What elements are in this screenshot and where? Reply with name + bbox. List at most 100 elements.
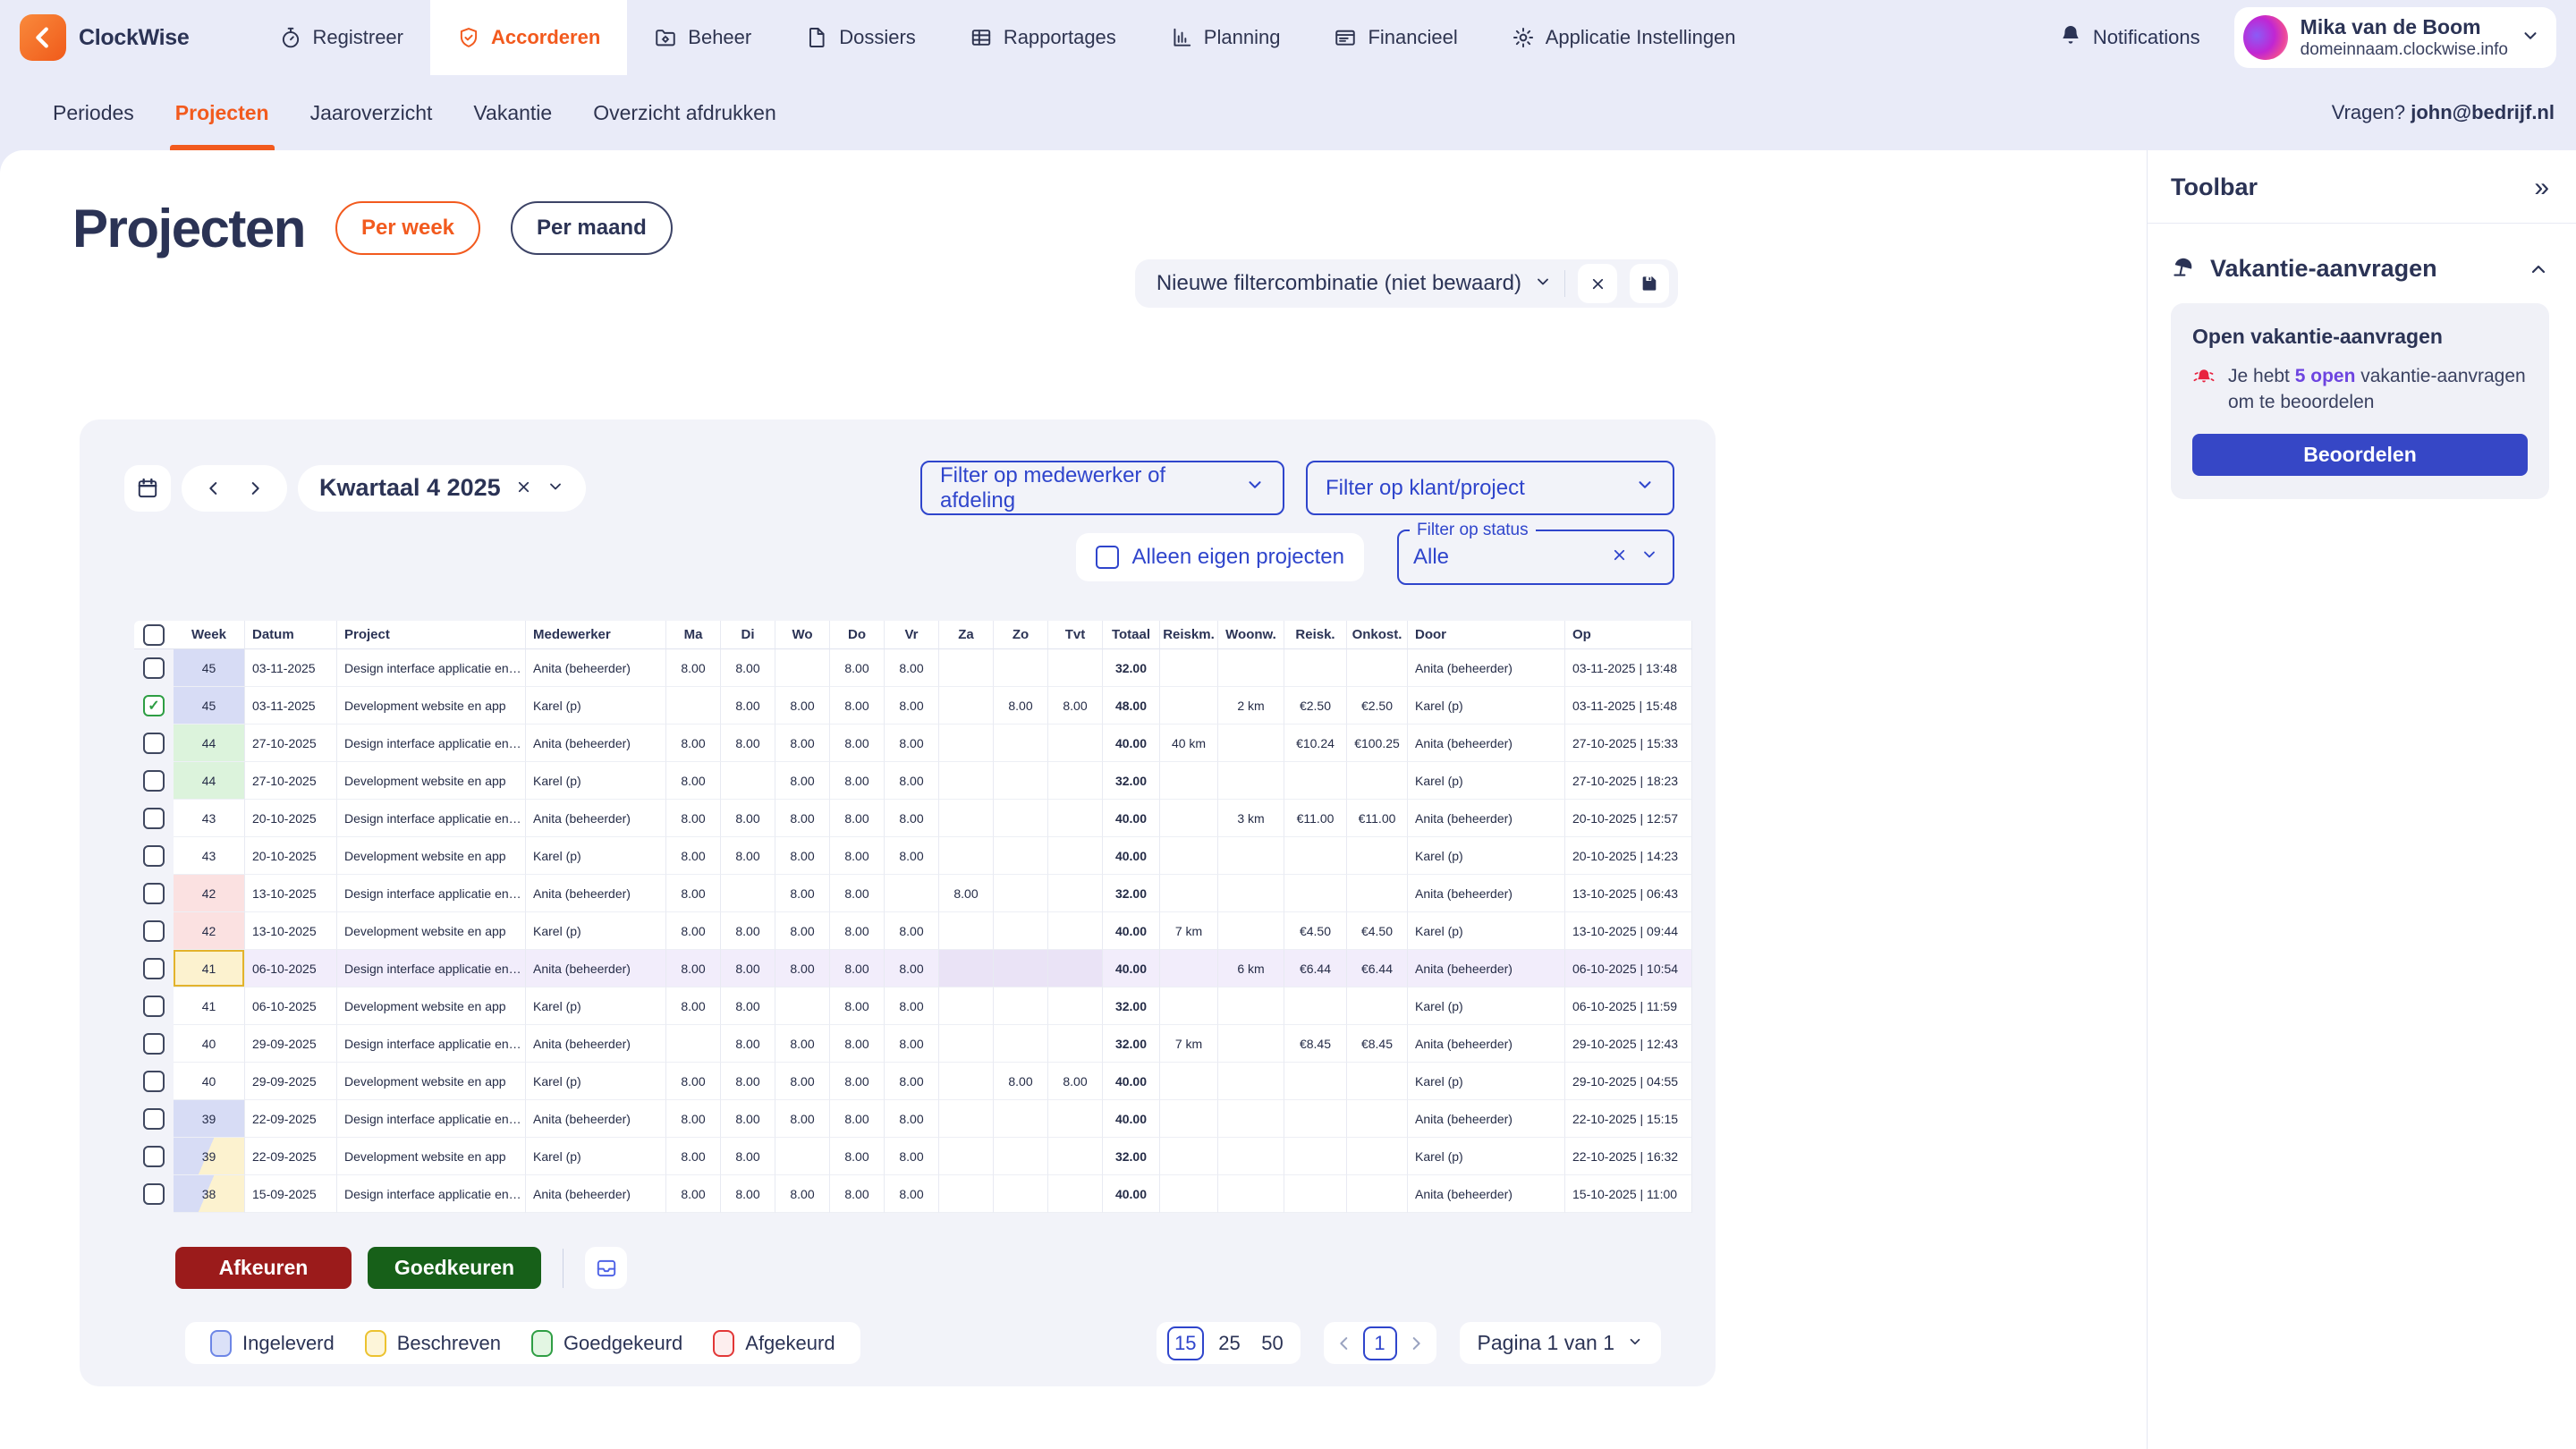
table-row[interactable]: 4503-11-2025Design interface applicatie … (134, 649, 1716, 687)
column-header-tvt[interactable]: Tvt (1048, 621, 1103, 649)
page-size-25[interactable]: 25 (1213, 1326, 1247, 1360)
row-checkbox[interactable] (143, 770, 165, 792)
tab-projecten[interactable]: Projecten (175, 75, 269, 150)
row-checkbox[interactable] (143, 1108, 165, 1130)
close-icon[interactable] (515, 474, 532, 502)
clear-filter-button[interactable] (1578, 264, 1617, 303)
nav-item-rapportages[interactable]: Rapportages (943, 0, 1143, 75)
table-row[interactable]: 4427-10-2025Design interface applicatie … (134, 724, 1716, 762)
row-checkbox[interactable] (143, 845, 165, 867)
column-header-ma[interactable]: Ma (666, 621, 721, 649)
notifications-button[interactable]: Notifications (2059, 23, 2200, 52)
row-checkbox[interactable] (143, 808, 165, 829)
table-row[interactable]: 4029-09-2025Development website en appKa… (134, 1063, 1716, 1100)
previous-page-button[interactable] (1335, 1334, 1354, 1353)
column-header-reisk[interactable]: Reisk. (1284, 621, 1347, 649)
chevron-down-icon[interactable] (1640, 545, 1658, 570)
table-row[interactable]: 4320-10-2025Development website en appKa… (134, 837, 1716, 875)
column-header-reiskm[interactable]: Reiskm. (1160, 621, 1218, 649)
calendar-button[interactable] (124, 465, 171, 512)
column-header-week[interactable]: Week (174, 621, 245, 649)
column-header-wo[interactable]: Wo (775, 621, 830, 649)
row-checkbox[interactable] (143, 1146, 165, 1167)
per-week-toggle[interactable]: Per week (335, 201, 480, 255)
nav-item-dossiers[interactable]: Dossiers (778, 0, 943, 75)
close-icon[interactable] (1611, 545, 1628, 570)
chevron-down-icon[interactable] (1534, 273, 1552, 295)
nav-item-registreer[interactable]: Registreer (252, 0, 430, 75)
table-row[interactable]: 4427-10-2025Development website en appKa… (134, 762, 1716, 800)
column-header-zo[interactable]: Zo (994, 621, 1048, 649)
per-maand-toggle[interactable]: Per maand (511, 201, 673, 255)
table-row[interactable]: 4213-10-2025Design interface applicatie … (134, 875, 1716, 912)
chevron-down-icon[interactable] (547, 474, 564, 502)
alleen-eigen-projecten-checkbox[interactable]: Alleen eigen projecten (1076, 533, 1364, 581)
table-row[interactable]: 4029-09-2025Design interface applicatie … (134, 1025, 1716, 1063)
legend-swatch-icon (713, 1330, 734, 1357)
row-checkbox[interactable] (143, 958, 165, 979)
double-chevron-right-icon[interactable]: » (2534, 174, 2549, 201)
next-page-button[interactable] (1406, 1334, 1426, 1353)
column-header-door[interactable]: Door (1408, 621, 1565, 649)
row-checkbox[interactable] (143, 920, 165, 942)
table-row[interactable]: 3922-09-2025Design interface applicatie … (134, 1100, 1716, 1138)
select-all-checkbox[interactable] (143, 624, 165, 646)
tab-overzicht-afdrukken[interactable]: Overzicht afdrukken (593, 75, 776, 150)
table-row[interactable]: 4106-10-2025Design interface applicatie … (134, 950, 1716, 987)
column-header-di[interactable]: Di (721, 621, 775, 649)
filter-medewerker-select[interactable]: Filter op medewerker of afdeling (920, 461, 1284, 515)
row-checkbox[interactable] (143, 657, 165, 679)
help-email[interactable]: john@bedrijf.nl (2411, 101, 2555, 123)
chevron-up-icon[interactable] (2528, 258, 2549, 280)
archive-button[interactable] (585, 1247, 627, 1289)
row-checkbox[interactable] (143, 1183, 165, 1205)
table-row[interactable]: 3922-09-2025Development website en appKa… (134, 1138, 1716, 1175)
row-checkbox[interactable] (143, 996, 165, 1017)
nav-item-planning[interactable]: Planning (1143, 0, 1308, 75)
tab-vakantie[interactable]: Vakantie (473, 75, 552, 150)
goedkeuren-button[interactable]: Goedkeuren (368, 1247, 541, 1289)
column-header-medewerker[interactable]: Medewerker (526, 621, 666, 649)
row-checkbox[interactable]: ✓ (143, 695, 165, 716)
table-row[interactable]: 4213-10-2025Development website en appKa… (134, 912, 1716, 950)
tab-jaaroverzicht[interactable]: Jaaroverzicht (310, 75, 433, 150)
filter-status-select[interactable]: Filter op status Alle (1397, 530, 1674, 585)
column-header-totaal[interactable]: Totaal (1103, 621, 1160, 649)
afkeuren-button[interactable]: Afkeuren (175, 1247, 352, 1289)
page-size-50[interactable]: 50 (1256, 1326, 1290, 1360)
page-number[interactable]: 1 (1363, 1326, 1397, 1360)
previous-period-button[interactable] (204, 479, 224, 498)
brand[interactable]: ClockWise (20, 0, 190, 75)
row-checkbox[interactable] (143, 1071, 165, 1092)
table-row[interactable]: 4106-10-2025Development website en appKa… (134, 987, 1716, 1025)
column-header-do[interactable]: Do (830, 621, 885, 649)
column-header-woonw[interactable]: Woonw. (1218, 621, 1284, 649)
filter-combination-label[interactable]: Nieuwe filtercombinatie (niet bewaard) (1157, 271, 1521, 296)
vakantie-aanvragen-section-header[interactable]: Vakantie-aanvragen (2171, 254, 2549, 284)
table-row[interactable]: 3815-09-2025Design interface applicatie … (134, 1175, 1716, 1213)
page-size-15[interactable]: 15 (1167, 1326, 1203, 1360)
page-indicator[interactable]: Pagina 1 van 1 (1460, 1322, 1661, 1364)
column-header-project[interactable]: Project (337, 621, 526, 649)
table-row[interactable]: 4320-10-2025Design interface applicatie … (134, 800, 1716, 837)
column-header-op[interactable]: Op (1565, 621, 1692, 649)
table-row[interactable]: ✓4503-11-2025Development website en appK… (134, 687, 1716, 724)
column-header-datum[interactable]: Datum (245, 621, 337, 649)
column-header-onkost[interactable]: Onkost. (1347, 621, 1408, 649)
column-header-za[interactable]: Za (939, 621, 994, 649)
beoordelen-button[interactable]: Beoordelen (2192, 434, 2528, 476)
nav-item-financieel[interactable]: Financieel (1307, 0, 1484, 75)
row-checkbox[interactable] (143, 733, 165, 754)
user-menu[interactable]: Mika van de Boom domeinnaam.clockwise.in… (2234, 7, 2556, 68)
period-selector[interactable]: Kwartaal 4 2025 (298, 465, 586, 512)
nav-item-applicatie-instellingen[interactable]: Applicatie Instellingen (1485, 0, 1763, 75)
next-period-button[interactable] (245, 479, 265, 498)
tab-periodes[interactable]: Periodes (53, 75, 134, 150)
column-header-vr[interactable]: Vr (885, 621, 939, 649)
nav-item-beheer[interactable]: Beheer (627, 0, 778, 75)
save-filter-button[interactable] (1630, 264, 1669, 303)
filter-klant-select[interactable]: Filter op klant/project (1306, 461, 1674, 515)
row-checkbox[interactable] (143, 1033, 165, 1055)
nav-item-accorderen[interactable]: Accorderen (430, 0, 627, 75)
row-checkbox[interactable] (143, 883, 165, 904)
